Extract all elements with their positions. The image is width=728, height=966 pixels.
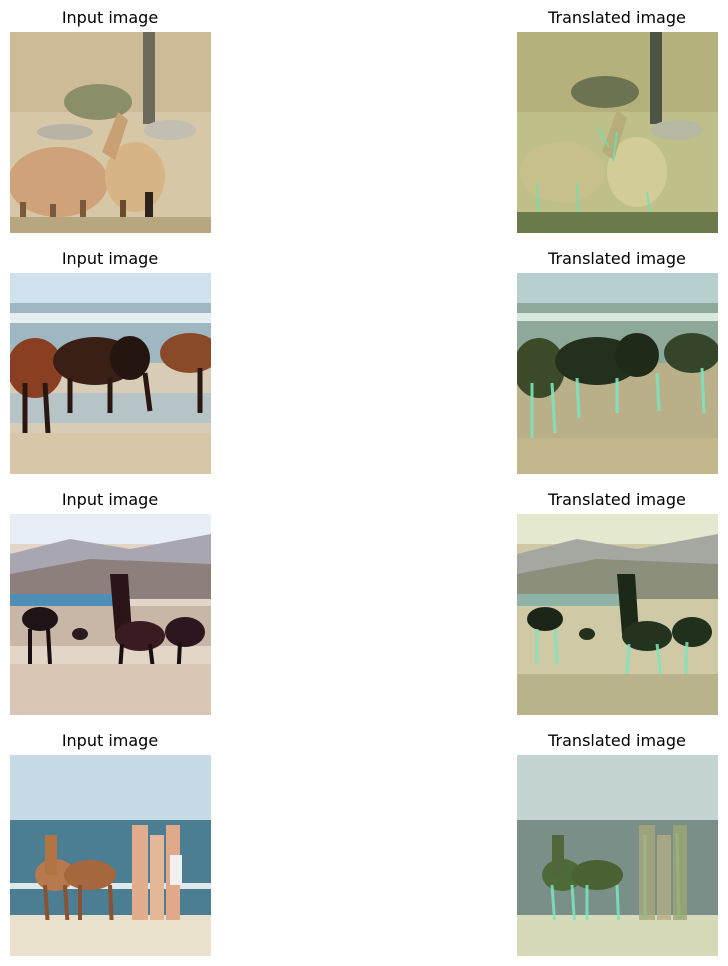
output-title-4: Translated image [548,731,686,750]
output-title-3: Translated image [548,490,686,509]
translated-image-horses-dirt [517,32,718,233]
input-title-4: Input image [61,731,159,750]
translated-image-horses-people-beach [517,755,718,956]
translated-image-horses-canyon [517,514,718,715]
input-title-2: Input image [61,249,159,268]
input-title-1: Input image [61,8,159,27]
translated-image-horses-beach [517,273,718,474]
output-title-2: Translated image [548,249,686,268]
input-title-3: Input image [61,490,159,509]
input-image-horses-dirt [10,32,211,233]
input-image-horses-canyon [10,514,211,715]
input-image-horses-beach [10,273,211,474]
output-title-1: Translated image [548,8,686,27]
input-image-horses-people-beach [10,755,211,956]
